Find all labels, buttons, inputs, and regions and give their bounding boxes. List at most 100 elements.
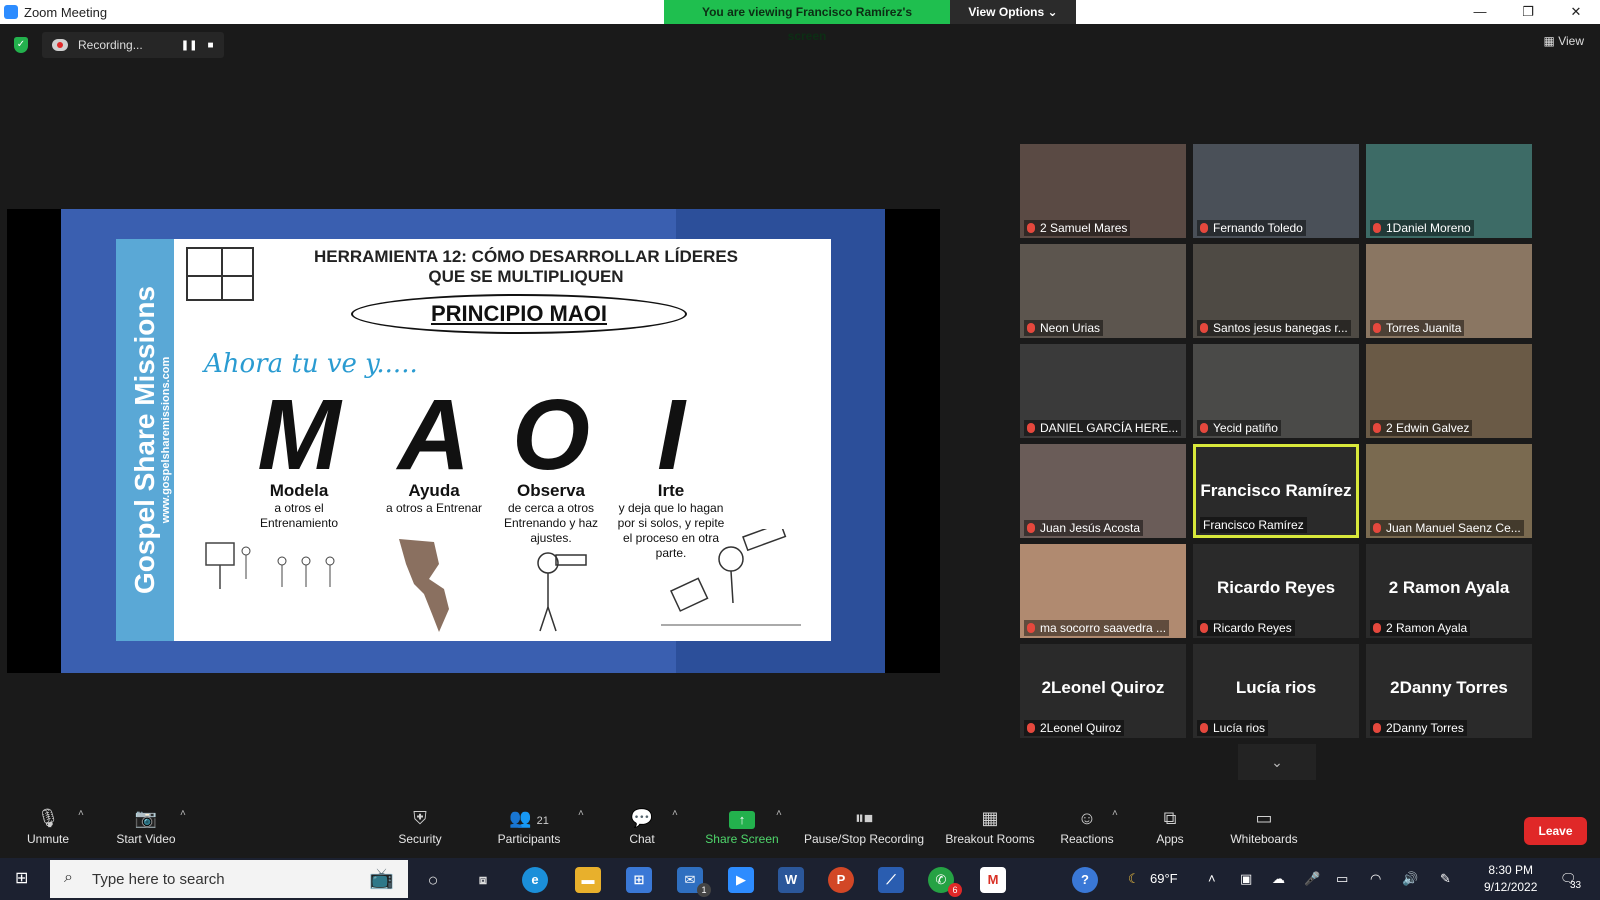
pause-recording-button[interactable]: ❚❚ — [181, 40, 198, 51]
training-illustration — [205, 542, 335, 589]
zoom-app-icon — [4, 5, 18, 19]
participant-tile[interactable]: Santos jesus banegas r... — [1193, 244, 1359, 338]
windows-taskbar: ⊞ ⌕ Type here to search 📺 ○ ⧈ e ▬ ⊞ ✉ 1 … — [0, 858, 1600, 900]
meeting-toolbar: 🎙 Unmute ˄ 📷 Start Video ˄ ⛨ Security 👥 … — [0, 800, 1600, 856]
weather-temperature[interactable]: 69°F — [1150, 858, 1178, 900]
onedrive-cloud-icon[interactable]: ☁ — [1272, 858, 1285, 900]
cortana-icon[interactable]: ○ — [420, 867, 446, 893]
microphone-tray-icon[interactable]: 🎤 — [1304, 858, 1320, 900]
powerpoint-icon[interactable]: P — [828, 867, 854, 893]
participant-name-label: Lucía rios — [1197, 720, 1269, 736]
participants-button[interactable]: 👥 21 Participants — [492, 806, 566, 846]
zoom-taskbar-icon[interactable]: ▶ — [728, 867, 754, 893]
video-options-caret-icon[interactable]: ˄ — [180, 808, 186, 819]
share-screen-icon: ↑ — [729, 811, 755, 829]
participant-tile[interactable]: Torres Juanita — [1366, 244, 1532, 338]
gallery-next-page-button[interactable]: ⌄ — [1238, 744, 1316, 780]
slide-principle: PRINCIPIO MAOI — [351, 294, 687, 334]
word-icon[interactable]: W — [778, 867, 804, 893]
participant-name-label: Ricardo Reyes — [1197, 620, 1295, 636]
view-button[interactable]: ▦ View — [1544, 34, 1584, 48]
participant-name-label: Santos jesus banegas r... — [1197, 320, 1351, 336]
shield-icon: ⛨ — [413, 808, 427, 828]
muted-microphone-icon — [1200, 323, 1208, 333]
tray-expand-icon[interactable]: ˄ — [1208, 858, 1216, 900]
system-clock[interactable]: 8:30 PM 9/12/2022 — [1484, 862, 1537, 896]
edge-browser-icon[interactable]: e — [522, 867, 548, 893]
whiteboards-button[interactable]: ▭ Whiteboards — [1226, 806, 1302, 846]
notifications-icon[interactable]: 🗨 — [1560, 858, 1577, 900]
participant-tile[interactable]: Francisco Ramírez Francisco Ramírez — [1193, 444, 1359, 538]
taskbar-search-box[interactable]: ⌕ Type here to search 📺 — [50, 860, 408, 898]
participant-tile[interactable]: 2 Samuel Mares — [1020, 144, 1186, 238]
volume-icon[interactable]: 🔊 — [1402, 858, 1418, 900]
microsoft-store-icon[interactable]: ⊞ — [626, 867, 652, 893]
unmute-button[interactable]: 🎙 Unmute — [22, 806, 74, 846]
leave-button[interactable]: Leave — [1524, 817, 1587, 845]
muted-microphone-icon — [1373, 723, 1381, 733]
breakout-rooms-button[interactable]: ▦ Breakout Rooms — [942, 806, 1038, 846]
muted-microphone-icon — [1200, 423, 1208, 433]
view-options-button[interactable]: View Options ⌄ — [950, 0, 1076, 24]
wifi-icon[interactable]: ◠ — [1370, 858, 1381, 900]
participant-name-label: Yecid patiño — [1197, 420, 1281, 436]
share-screen-button[interactable]: ↑ Share Screen — [702, 806, 782, 846]
meet-now-icon[interactable]: ▣ — [1240, 858, 1252, 900]
maoi-column-o: O Observa de cerca a otros Entrenando y … — [503, 379, 599, 545]
windows-start-icon[interactable]: ⊞ — [15, 870, 33, 888]
participant-name-label: Neon Urias — [1024, 320, 1104, 336]
microphone-muted-icon: 🎙 — [36, 808, 60, 828]
participant-tile[interactable]: Fernando Toledo — [1193, 144, 1359, 238]
pause-stop-icon: ⏸⏹ — [855, 808, 873, 828]
search-icon: ⌕ — [64, 869, 73, 886]
reactions-button[interactable]: ☺ Reactions — [1058, 806, 1116, 846]
participant-tile[interactable]: 1Daniel Moreno — [1366, 144, 1532, 238]
participant-name-label: ma socorro saavedra ... — [1024, 620, 1170, 636]
share-screen-caret-icon[interactable]: ˄ — [776, 808, 782, 819]
participant-tile[interactable]: Juan Jesús Acosta — [1020, 444, 1186, 538]
maoi-column-m: M Modela a otros el Entrenamiento — [257, 379, 341, 530]
participants-caret-icon[interactable]: ˄ — [578, 808, 584, 819]
encryption-shield-icon[interactable]: ✓ — [14, 37, 28, 53]
participant-tile[interactable]: Lucía rios Lucía rios — [1193, 644, 1359, 738]
stop-recording-button[interactable]: ■ — [207, 40, 213, 51]
muted-microphone-icon — [1200, 723, 1208, 733]
pen-icon[interactable]: ✎ — [1440, 858, 1451, 900]
reactions-caret-icon[interactable]: ˄ — [1112, 808, 1118, 819]
americas-map-illustration — [399, 539, 449, 632]
mail-badge: 1 — [697, 883, 711, 897]
participant-tile[interactable]: Ricardo Reyes Ricardo Reyes — [1193, 544, 1359, 638]
participant-tile[interactable]: 2 Edwin Galvez — [1366, 344, 1532, 438]
participant-tile[interactable]: Yecid patiño — [1193, 344, 1359, 438]
maoi-column-a: A Ayuda a otros a Entrenar — [385, 379, 483, 515]
participant-tile[interactable]: DANIEL GARCÍA HERE... — [1020, 344, 1186, 438]
chat-button[interactable]: 💬 Chat — [620, 806, 664, 846]
participant-tile[interactable]: 2Danny Torres 2Danny Torres — [1366, 644, 1532, 738]
apps-icon: ⧉ — [1163, 808, 1177, 828]
start-video-button[interactable]: 📷 Start Video — [108, 806, 184, 846]
minimize-button[interactable]: — — [1456, 0, 1504, 24]
participant-tile[interactable]: Juan Manuel Saenz Ce... — [1366, 444, 1532, 538]
task-view-icon[interactable]: ⧈ — [470, 867, 496, 893]
participant-tile[interactable]: 2Leonel Quiroz 2Leonel Quiroz — [1020, 644, 1186, 738]
apps-button[interactable]: ⧉ Apps — [1150, 806, 1190, 846]
close-button[interactable]: ✕ — [1552, 0, 1600, 24]
document-app-icon[interactable]: ⟋ — [878, 867, 904, 893]
gmail-icon[interactable]: M — [980, 867, 1006, 893]
battery-icon[interactable]: ▭ — [1336, 858, 1348, 900]
audio-options-caret-icon[interactable]: ˄ — [78, 808, 84, 819]
recording-indicator: Recording... ❚❚ ■ — [42, 32, 224, 58]
notifications-count: 33 — [1570, 880, 1582, 891]
slide-side-banner: Gospel Share Missions www.gospelsharemis… — [116, 239, 174, 641]
security-button[interactable]: ⛨ Security — [390, 806, 450, 846]
chat-caret-icon[interactable]: ˄ — [672, 808, 678, 819]
pause-stop-recording-button[interactable]: ⏸⏹ Pause/Stop Recording — [800, 806, 928, 846]
chat-bubble-icon: 💬 — [630, 808, 654, 828]
restore-button[interactable]: ❐ — [1504, 0, 1552, 24]
participant-tile[interactable]: Neon Urias — [1020, 244, 1186, 338]
help-icon[interactable]: ? — [1072, 867, 1098, 893]
file-explorer-icon[interactable]: ▬ — [575, 867, 601, 893]
participant-name-label: 1Daniel Moreno — [1370, 220, 1474, 236]
participant-tile[interactable]: 2 Ramon Ayala 2 Ramon Ayala — [1366, 544, 1532, 638]
participant-tile[interactable]: ma socorro saavedra ... — [1020, 544, 1186, 638]
